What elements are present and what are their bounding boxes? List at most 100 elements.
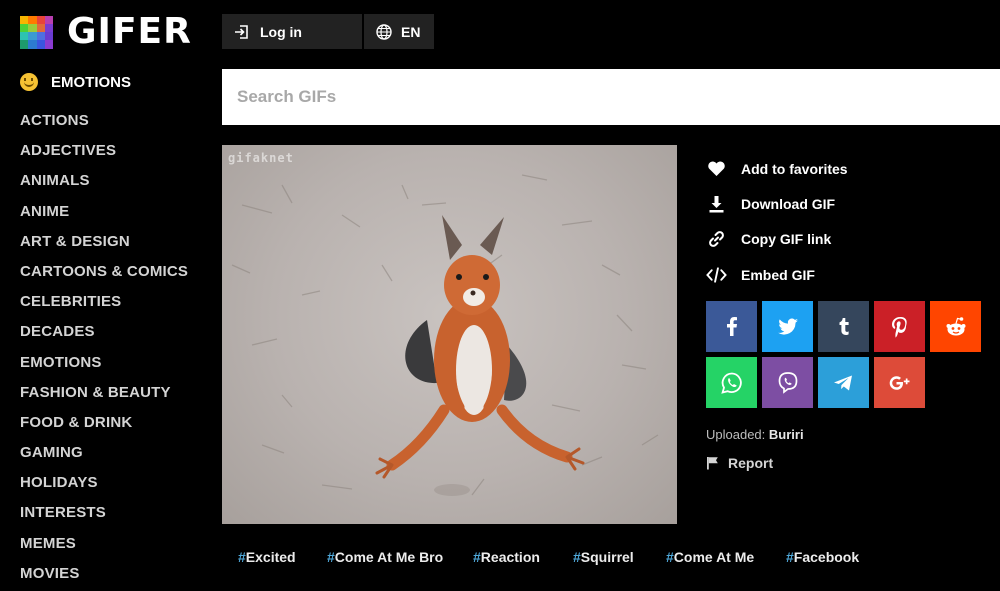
logo-square <box>44 15 53 24</box>
sidebar-item[interactable]: ANIME <box>20 197 210 227</box>
sidebar-item[interactable]: DECADES <box>20 317 210 347</box>
tag-link[interactable]: #Reaction <box>473 549 540 565</box>
viber-share-button[interactable] <box>762 357 813 408</box>
google-plus-icon <box>889 375 909 390</box>
tag-label: Excited <box>245 549 296 565</box>
tag-link[interactable]: #Squirrel <box>573 549 634 565</box>
twitter-share-button[interactable] <box>762 301 813 352</box>
download-gif-button[interactable]: Download GIF <box>706 186 848 221</box>
gif-watermark: gifaknet <box>228 151 294 165</box>
share-buttons <box>706 301 981 408</box>
tag-link[interactable]: #Facebook <box>786 549 859 565</box>
logo-mark-icon <box>20 15 53 49</box>
category-list: ACTIONS ADJECTIVES ANIMALS ANIME ART & DESIG… <box>20 106 210 589</box>
login-icon <box>235 24 248 39</box>
logo-square <box>28 15 37 24</box>
uploaded-label: Uploaded: <box>706 427 766 442</box>
logo-square <box>20 23 29 32</box>
search-input[interactable] <box>222 69 1000 125</box>
logo-square <box>20 40 29 49</box>
tag-link[interactable]: #Excited <box>238 549 296 565</box>
tag-label: Facebook <box>793 549 860 565</box>
google-plus-share-button[interactable] <box>874 357 925 408</box>
action-label: Add to favorites <box>741 160 848 177</box>
sidebar-item[interactable]: FOOD & DRINK <box>20 408 210 438</box>
login-label: Log in <box>260 23 302 40</box>
logo-square <box>44 32 53 41</box>
add-to-favorites-button[interactable]: Add to favorites <box>706 151 848 186</box>
sidebar-item[interactable]: EMOTIONS <box>20 348 210 378</box>
logo-square <box>36 32 45 41</box>
copy-gif-link-button[interactable]: Copy GIF link <box>706 222 848 257</box>
tag-hash: # <box>327 549 335 565</box>
tag-label: Reaction <box>480 549 540 565</box>
sidebar-item[interactable]: ANIMALS <box>20 166 210 196</box>
language-button[interactable]: EN <box>364 14 434 49</box>
header-buttons: Log in EN <box>222 14 434 49</box>
tag-label: Come At Me <box>673 549 755 565</box>
logo[interactable]: GIFER <box>20 14 192 50</box>
code-icon <box>706 267 727 283</box>
sidebar-item[interactable]: ART & DESIGN <box>20 227 210 257</box>
sidebar-item[interactable]: GAMING <box>20 438 210 468</box>
sidebar-item[interactable]: CARTOONS & COMICS <box>20 257 210 287</box>
telegram-icon <box>833 375 852 390</box>
tag-label: Come At Me Bro <box>334 549 444 565</box>
tag-hash: # <box>666 549 674 565</box>
tag-hash: # <box>473 549 481 565</box>
reddit-share-button[interactable] <box>930 301 981 352</box>
sidebar-item[interactable]: CELEBRITIES <box>20 287 210 317</box>
tag-hash: # <box>573 549 581 565</box>
tag-hash: # <box>238 549 246 565</box>
whatsapp-icon <box>720 372 742 394</box>
link-icon <box>709 231 724 248</box>
facebook-share-button[interactable] <box>706 301 757 352</box>
squirrel-image <box>231 174 659 496</box>
embed-gif-button[interactable]: Embed GIF <box>706 257 848 292</box>
action-label: Copy GIF link <box>741 231 832 248</box>
heart-icon <box>708 161 725 176</box>
smiley-icon <box>20 73 38 91</box>
sidebar-item[interactable]: MOVIES <box>20 559 210 589</box>
gif-preview[interactable]: gifaknet <box>222 145 677 524</box>
twitter-icon <box>777 317 798 335</box>
globe-icon <box>376 23 392 40</box>
download-icon <box>709 196 724 213</box>
logo-text: GIFER <box>67 11 192 52</box>
sidebar-header-label: EMOTIONS <box>51 73 132 91</box>
logo-square <box>36 23 45 32</box>
sidebar-item[interactable]: INTERESTS <box>20 498 210 528</box>
language-label: EN <box>401 23 421 40</box>
whatsapp-share-button[interactable] <box>706 357 757 408</box>
tag-link[interactable]: #Come At Me <box>666 549 754 565</box>
report-label: Report <box>728 455 774 471</box>
logo-square <box>36 40 45 49</box>
telegram-share-button[interactable] <box>818 357 869 408</box>
tag-link[interactable]: #Come At Me Bro <box>327 549 443 565</box>
tumblr-share-button[interactable] <box>818 301 869 352</box>
uploader-name[interactable]: Buriri <box>769 427 804 442</box>
logo-square <box>36 15 45 24</box>
pinterest-share-button[interactable] <box>874 301 925 352</box>
tag-label: Squirrel <box>580 549 634 565</box>
logo-square <box>20 32 29 41</box>
report-button[interactable]: Report <box>706 455 773 471</box>
sidebar-item[interactable]: HOLIDAYS <box>20 468 210 498</box>
sidebar-item[interactable]: ADJECTIVES <box>20 136 210 166</box>
pinterest-icon <box>891 316 907 338</box>
uploaded-info: Uploaded: Buriri <box>706 427 804 442</box>
sidebar-item[interactable]: ACTIONS <box>20 106 210 136</box>
tag-hash: # <box>786 549 794 565</box>
logo-square <box>28 40 37 49</box>
logo-square <box>28 23 37 32</box>
action-label: Download GIF <box>741 196 836 213</box>
sidebar-header[interactable]: EMOTIONS <box>20 68 210 96</box>
logo-square <box>20 15 29 24</box>
facebook-icon <box>726 316 737 336</box>
login-button[interactable]: Log in <box>222 14 362 49</box>
action-label: Embed GIF <box>741 266 815 283</box>
gif-actions: Add to favorites Download GIF Copy GIF l… <box>706 151 848 293</box>
category-sidebar: EMOTIONS ACTIONS ADJECTIVES ANIMALS ANIME AR… <box>20 68 210 589</box>
sidebar-item[interactable]: FASHION & BEAUTY <box>20 378 210 408</box>
sidebar-item[interactable]: MEMES <box>20 529 210 559</box>
